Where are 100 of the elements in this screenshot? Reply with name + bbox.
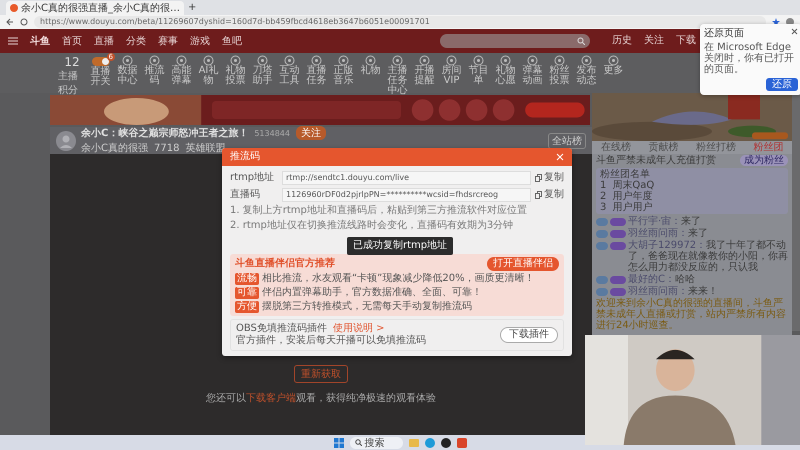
fan-list-title: 粉丝团名单 bbox=[600, 169, 651, 180]
nav-link[interactable]: 直播 bbox=[94, 34, 114, 48]
tool-button[interactable]: 礼物 bbox=[358, 55, 383, 76]
feature-tag: 可靠 bbox=[235, 287, 259, 299]
chat-message: 大胡子129972：我了十年了都不动了，爸爸现在就像教你的小阳，你再怎么用力都没反应的，只认我 bbox=[628, 240, 788, 273]
chat-message: 平行宇·宙：来了 bbox=[628, 216, 702, 227]
join-fan-club-button[interactable]: 成为粉丝 bbox=[740, 155, 788, 166]
chat-message: 羽丝雨问雨：来了 bbox=[628, 228, 709, 239]
fan-badge bbox=[610, 288, 626, 296]
circle-icon bbox=[392, 55, 403, 66]
tool-button[interactable]: 弹幕动画 bbox=[520, 55, 545, 86]
tool-button[interactable]: 礼物心愿 bbox=[493, 55, 518, 86]
back-icon[interactable] bbox=[6, 18, 14, 26]
score-label: 主播积分 bbox=[58, 70, 79, 97]
fan-name[interactable]: 周末QaQ bbox=[612, 180, 654, 191]
chat-tab[interactable]: 在线榜 bbox=[600, 142, 631, 153]
tool-button[interactable]: 主播任务中心 bbox=[385, 55, 410, 96]
input-field[interactable]: 1126960rDF0d2pjrlpPN=**********wcsid=fhdsrcreog bbox=[282, 188, 531, 202]
tool-button[interactable]: 直播任务 bbox=[304, 55, 329, 86]
rank-number: 1 bbox=[600, 180, 606, 191]
download-client-link[interactable]: 下载客户端 bbox=[246, 393, 296, 404]
retry-button[interactable]: 重新获取 bbox=[294, 365, 348, 383]
instruction-text: 2. rtmp地址仅在切换推流线路时会变化，直播码有效期为3分钟 bbox=[230, 220, 514, 232]
site-logo[interactable]: 斗鱼 bbox=[30, 34, 50, 48]
level-badge bbox=[596, 288, 608, 296]
search-field[interactable] bbox=[440, 34, 590, 48]
tool-button[interactable]: 发布动态 bbox=[574, 55, 599, 86]
nav-link[interactable]: 分类 bbox=[126, 34, 146, 48]
level-badge bbox=[596, 276, 608, 284]
nav-link[interactable]: 鱼吧 bbox=[222, 34, 242, 48]
feature-text: 伴侣内置弹幕助手，官方数据准确、全面、可靠！ bbox=[262, 287, 482, 299]
tool-button[interactable]: 粉丝投票 bbox=[547, 55, 572, 86]
nav-action[interactable]: 下载 bbox=[676, 36, 696, 46]
circle-icon bbox=[122, 55, 133, 66]
tool-button[interactable]: 更多 bbox=[601, 55, 626, 76]
circle-icon bbox=[365, 55, 376, 66]
address-bar[interactable]: https://www.douyu.com/beta/11269607dyshid=160d7d-bb459fbcd4618eb3647b6051e00091701 bbox=[34, 16, 766, 28]
nav-link[interactable]: 赛事 bbox=[158, 34, 178, 48]
search-icon bbox=[354, 439, 362, 446]
circle-icon bbox=[581, 55, 592, 66]
search-field[interactable]: 搜索 bbox=[350, 436, 402, 448]
feature-tag: 流畅 bbox=[235, 273, 259, 285]
new-tab-button[interactable]: + bbox=[188, 2, 196, 13]
circle-icon bbox=[554, 55, 565, 66]
fan-badge bbox=[610, 218, 626, 226]
scrollbar[interactable] bbox=[792, 93, 800, 331]
tool-button[interactable]: 节目单 bbox=[466, 55, 491, 86]
tool-button[interactable]: 礼物投票 bbox=[223, 55, 248, 86]
field-label: 直播码 bbox=[230, 189, 261, 201]
fan-badge bbox=[610, 242, 626, 250]
windows-icon[interactable] bbox=[334, 438, 344, 448]
tool-button[interactable]: 刀塔助手 bbox=[250, 55, 275, 86]
tool-button[interactable]: 开播提醒 bbox=[412, 55, 437, 86]
nav-action[interactable]: 关注 bbox=[644, 36, 664, 46]
tool-button[interactable]: 房间VIP bbox=[439, 55, 464, 86]
circle-icon bbox=[311, 55, 322, 66]
tool-button[interactable]: 数据中心 bbox=[115, 55, 140, 86]
streamer-name[interactable]: 余小C真的很强 bbox=[81, 141, 148, 155]
restore-button[interactable]: 还原 bbox=[766, 78, 798, 91]
system-message: 欢迎来到余小C真的很强的直播间，斗鱼严禁未成年人直播或打赏，站内严禁所有内容进行24小时巡查。 bbox=[596, 298, 787, 331]
popup-message: 在 Microsoft Edge 关闭时，你有已打开的页面。 bbox=[704, 42, 795, 75]
nav-link[interactable]: 游戏 bbox=[190, 34, 210, 48]
reload-icon[interactable] bbox=[20, 18, 28, 26]
follow-button[interactable]: 关注 bbox=[296, 126, 326, 140]
promo-title: 斗鱼直播伴侣官方推荐 bbox=[235, 258, 335, 270]
circle-icon bbox=[473, 55, 484, 66]
instructions-link[interactable]: 使用说明 > bbox=[332, 323, 384, 335]
plugin-title: OBS免填推流码插件 bbox=[236, 323, 327, 334]
circle-icon bbox=[446, 55, 457, 66]
open-companion-button[interactable]: 打开直播伴侣 bbox=[487, 257, 559, 271]
fan-name[interactable]: 用户年度 bbox=[612, 191, 652, 202]
rank-number: 2 bbox=[600, 191, 606, 202]
close-icon[interactable] bbox=[791, 28, 798, 35]
tool-button[interactable]: 互动工具 bbox=[277, 55, 302, 86]
tool-button[interactable]: 推流码 bbox=[142, 55, 167, 86]
download-plugin-button[interactable]: 下载插件 bbox=[500, 327, 558, 343]
fan-name[interactable]: 用户用户 bbox=[612, 202, 652, 213]
circle-icon bbox=[608, 55, 619, 66]
chat-message: 羽丝雨问雨：来来！ bbox=[628, 286, 719, 297]
nav-link[interactable]: 首页 bbox=[62, 34, 82, 48]
chat-tab[interactable]: 贡献榜 bbox=[648, 142, 678, 153]
tool-button[interactable]: 正版音乐 bbox=[331, 55, 356, 86]
chat-tab[interactable]: 粉丝打榜 bbox=[696, 142, 736, 153]
instruction-text: 1. 复制上方rtmp地址和直播码后，粘贴到第三方推流软件对应位置 bbox=[230, 205, 528, 217]
feature-text: 相比推流，水友观看“卡顿”现象减少降低20%，画质更清晰！ bbox=[262, 273, 535, 285]
circle-icon bbox=[527, 55, 538, 66]
browser-tab[interactable]: 余小C真的很强直播_余小C真的很… bbox=[6, 1, 184, 15]
fan-badge bbox=[610, 230, 626, 238]
tool-button[interactable]: AI礼物 bbox=[196, 55, 221, 86]
copy-button[interactable]: 复制 bbox=[535, 172, 564, 184]
level-badge bbox=[596, 242, 608, 250]
modal-title: 推流码 bbox=[230, 151, 260, 163]
chat-tab[interactable]: 粉丝团 bbox=[753, 142, 784, 153]
tool-button[interactable]: 高能弹幕 bbox=[169, 55, 194, 86]
nav-action[interactable]: 历史 bbox=[612, 36, 632, 46]
toggle-switch[interactable] bbox=[92, 57, 110, 66]
feature-text: 摆脱第三方转推模式，无需每天手动复制推流码 bbox=[262, 301, 472, 313]
copy-button[interactable]: 复制 bbox=[535, 189, 564, 201]
input-field[interactable]: rtmp://sendtc1.douyu.com/live bbox=[282, 171, 531, 185]
menu-icon[interactable] bbox=[8, 37, 18, 45]
